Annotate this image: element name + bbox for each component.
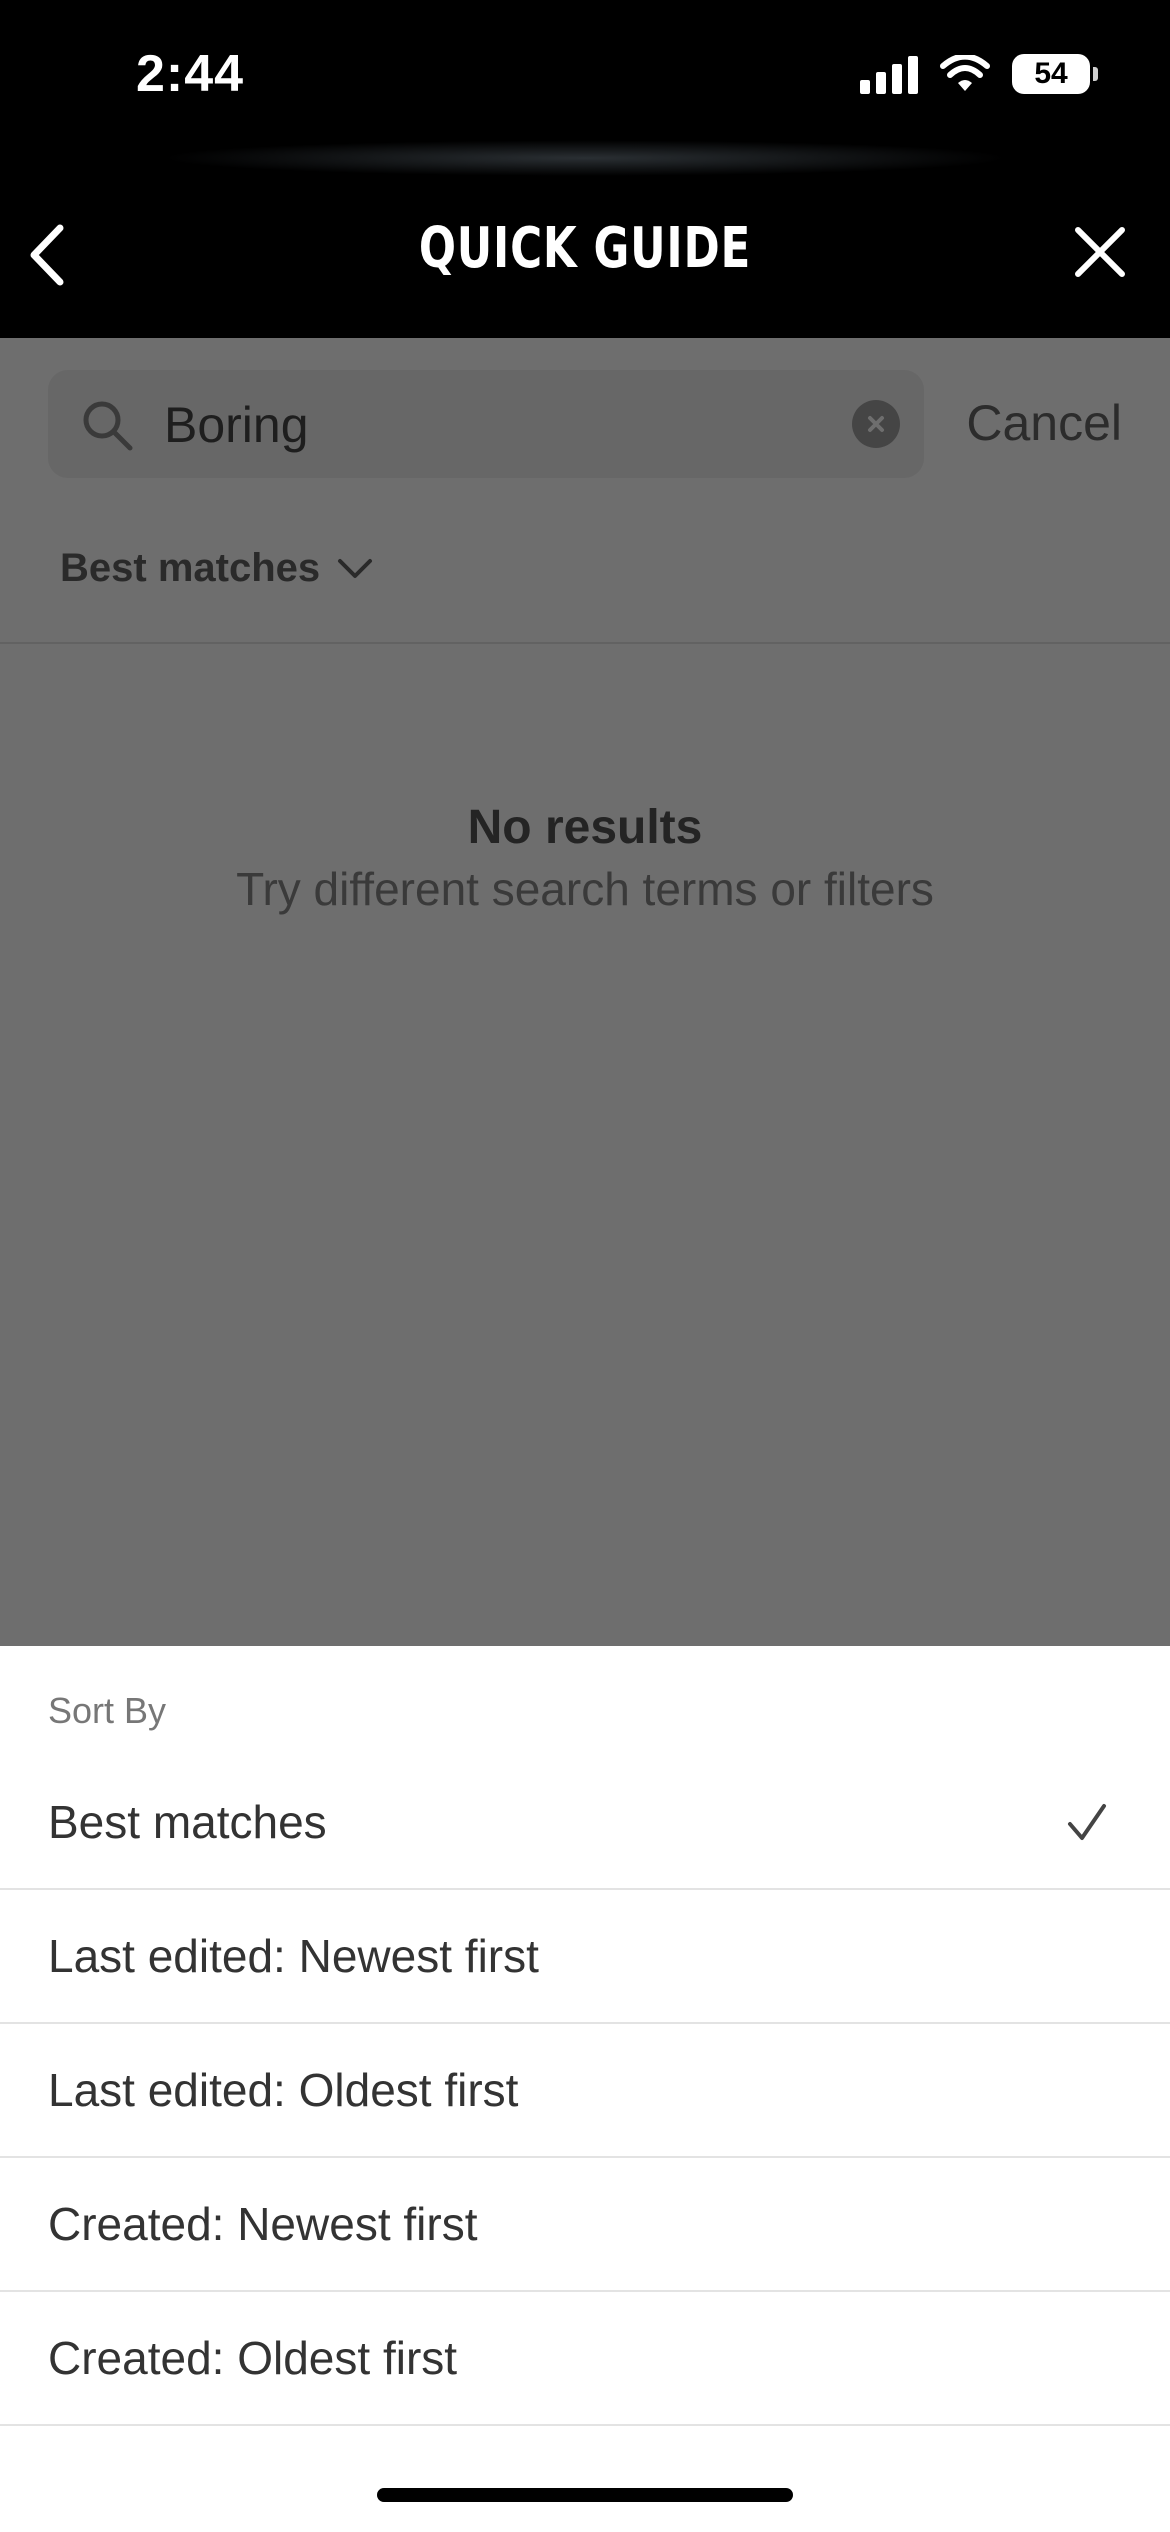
sort-option-created-newest[interactable]: Created: Newest first	[0, 2158, 1170, 2292]
sheet-title: Sort By	[48, 1690, 167, 1731]
divider	[0, 642, 1170, 644]
search-icon	[83, 401, 133, 451]
battery-icon: 54	[1012, 54, 1098, 94]
sort-dropdown-label: Best matches	[60, 546, 321, 590]
status-bar: 2:44 54	[0, 0, 1170, 160]
empty-state-subtitle: Try different search terms or filters	[236, 863, 934, 915]
sort-dropdown[interactable]: Best matches	[60, 546, 374, 591]
clear-x-icon	[868, 416, 884, 432]
page-title: QUICK GUIDE	[418, 216, 752, 281]
option-label: Created: Oldest first	[48, 2332, 458, 2384]
status-time: 2:44	[136, 45, 245, 103]
sort-option-created-oldest[interactable]: Created: Oldest first	[0, 2292, 1170, 2426]
sort-bottom-sheet: Sort By Best matches Last edited: Newest…	[0, 1646, 1170, 2532]
header-bar: QUICK GUIDE	[0, 140, 1170, 338]
dimmed-content: Cancel Best matches No results Try diffe…	[0, 338, 1170, 1646]
search-input[interactable]	[162, 392, 846, 458]
status-icons: 54	[860, 54, 1098, 94]
option-label: Best matches	[48, 1796, 327, 1848]
sort-option-last-edited-newest[interactable]: Last edited: Newest first	[0, 1890, 1170, 2024]
search-box[interactable]	[48, 370, 924, 478]
checkmark-icon	[1068, 1804, 1106, 1840]
option-label: Last edited: Newest first	[48, 1930, 539, 1982]
option-label: Last edited: Oldest first	[48, 2064, 519, 2116]
cancel-button[interactable]: Cancel	[966, 394, 1122, 452]
sort-option-best-matches[interactable]: Best matches	[0, 1756, 1170, 1890]
clear-search-icon[interactable]	[852, 400, 900, 448]
option-label: Created: Newest first	[48, 2198, 478, 2250]
chevron-down-icon	[338, 558, 373, 578]
header-glow	[160, 140, 1010, 176]
empty-state-title: No results	[467, 801, 703, 854]
close-icon[interactable]	[1070, 222, 1130, 282]
home-indicator	[377, 2488, 793, 2502]
wifi-icon	[940, 55, 990, 91]
sort-option-last-edited-oldest[interactable]: Last edited: Oldest first	[0, 2024, 1170, 2158]
cellular-signal-icon	[860, 54, 918, 94]
back-chevron-icon[interactable]	[20, 220, 80, 290]
